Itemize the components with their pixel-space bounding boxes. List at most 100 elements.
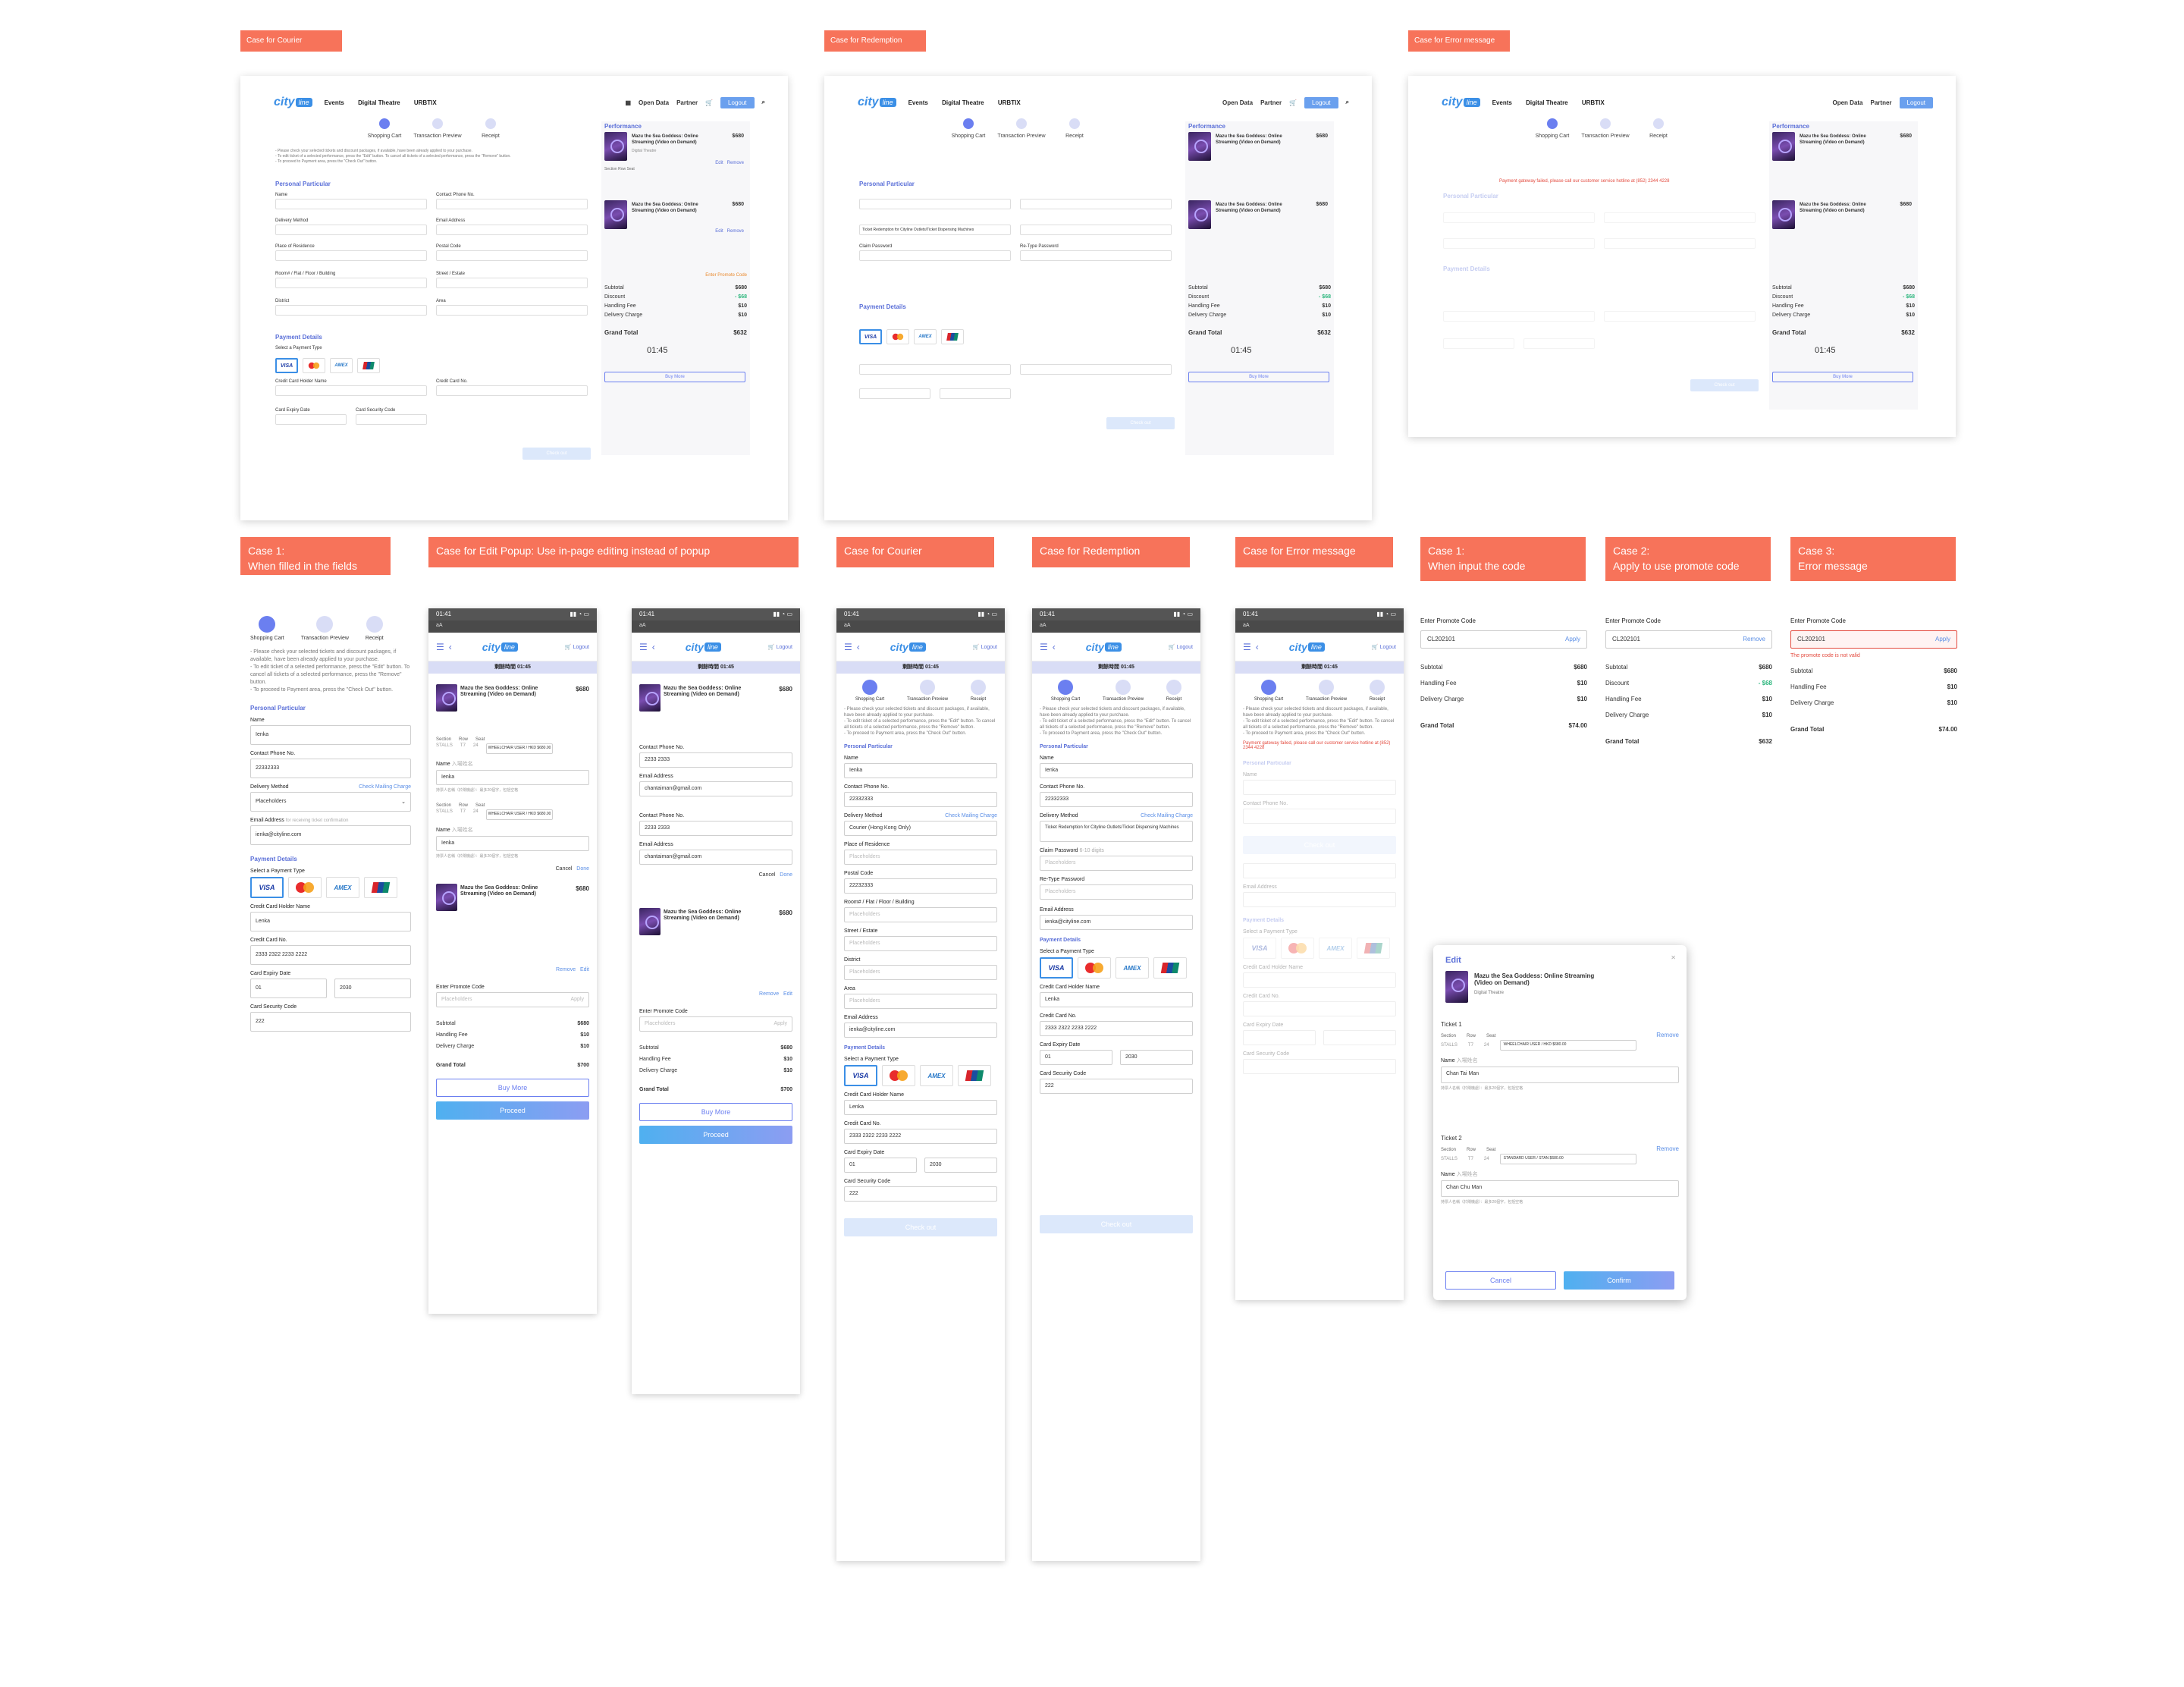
ticket-holder-name[interactable]: Ienka — [436, 836, 589, 851]
logout-button[interactable]: Logout — [1304, 96, 1338, 108]
cityline-logo[interactable]: city line — [482, 638, 518, 656]
holder-field[interactable]: Lenka — [1040, 992, 1193, 1007]
holder-field[interactable]: Lenka — [844, 1100, 997, 1115]
contact-field[interactable]: 22332333 — [844, 792, 997, 807]
apply-button[interactable]: Apply — [1935, 636, 1950, 643]
room-field[interactable] — [275, 278, 427, 288]
amex-icon[interactable]: AMEX — [330, 358, 353, 373]
cityline-logo[interactable]: city line — [890, 638, 926, 656]
buy-more-button[interactable]: Buy More — [1772, 372, 1913, 382]
name-field[interactable] — [275, 199, 427, 209]
area-field[interactable] — [436, 305, 588, 316]
visa-icon[interactable]: VISA — [275, 358, 298, 373]
unionpay-icon[interactable] — [364, 877, 397, 898]
back-icon[interactable]: ‹ — [652, 642, 655, 652]
amex-icon[interactable]: AMEX — [920, 1065, 953, 1086]
unionpay-icon[interactable] — [1153, 957, 1187, 979]
name-field[interactable]: Ienka — [844, 763, 997, 778]
logout-link[interactable]: Logout — [981, 645, 997, 650]
hamburger-icon[interactable]: ☰ — [436, 642, 444, 652]
delivery-select[interactable]: Ticket Redemption for Cityline Outlets/T… — [1040, 821, 1193, 842]
nav-digital-theatre[interactable]: Digital Theatre — [942, 99, 984, 106]
logout-button[interactable]: Logout — [720, 96, 755, 108]
email-field[interactable]: chantaiman@gmail.com — [639, 781, 792, 796]
promo-link[interactable]: Enter Promote Code — [705, 273, 747, 278]
cancel-button[interactable]: Cancel — [1445, 1271, 1556, 1290]
remove-link[interactable]: Remove — [556, 967, 576, 972]
name-field[interactable]: Ienka — [250, 725, 411, 745]
delivery-select[interactable]: Placeholders ⌄ — [250, 792, 411, 812]
mastercard-icon[interactable] — [288, 877, 322, 898]
cityline-logo[interactable]: city line — [858, 93, 896, 112]
cart-icon[interactable]: 🛒 — [1289, 99, 1297, 106]
check-mailing-link[interactable]: Check Mailing Charge — [1141, 813, 1193, 818]
card-no-field[interactable] — [1020, 364, 1172, 375]
partner-link[interactable]: Partner — [676, 99, 698, 106]
cart-icon[interactable]: 🛒 — [768, 645, 775, 650]
security-field[interactable] — [940, 388, 1011, 399]
expiry-month[interactable]: 01 — [844, 1158, 917, 1173]
email-field[interactable]: ienka@cityline.com — [250, 825, 411, 845]
done-link[interactable]: Done — [576, 866, 589, 872]
checkout-button[interactable]: Check out — [1040, 1215, 1193, 1233]
search-icon[interactable]: ⌕ — [1346, 99, 1349, 106]
checkout-button[interactable]: Check out — [844, 1218, 997, 1236]
back-icon[interactable]: ‹ — [449, 642, 452, 652]
hamburger-icon[interactable]: ☰ — [844, 642, 852, 652]
security-field[interactable]: 222 — [844, 1186, 997, 1202]
visa-icon[interactable]: VISA — [859, 329, 882, 344]
mastercard-icon[interactable] — [303, 358, 325, 373]
visa-icon[interactable]: VISA — [844, 1065, 877, 1086]
amex-icon[interactable]: AMEX — [1116, 957, 1149, 979]
visa-icon[interactable]: VISA — [1040, 957, 1073, 979]
ticket-holder-name[interactable]: Ienka — [436, 770, 589, 785]
back-icon[interactable]: ‹ — [1053, 642, 1056, 652]
email-field[interactable] — [436, 225, 588, 235]
holder-field[interactable]: Lenka — [250, 912, 411, 931]
residence-field[interactable]: Placeholders — [844, 850, 997, 865]
mastercard-icon[interactable] — [886, 329, 909, 344]
proceed-button[interactable]: Proceed — [639, 1126, 792, 1144]
partner-link[interactable]: Partner — [1871, 99, 1892, 106]
promo-input[interactable]: CL202101 Apply — [1790, 630, 1957, 649]
nav-events[interactable]: Events — [325, 99, 344, 106]
card-no-field[interactable]: 2333 2322 2233 2222 — [250, 945, 411, 965]
search-icon[interactable]: ⌕ — [762, 99, 765, 106]
cityline-logo[interactable]: city line — [1442, 93, 1480, 112]
nav-events[interactable]: Events — [908, 99, 928, 106]
remove-promo-button[interactable]: Remove — [1743, 636, 1765, 643]
remove-ticket1[interactable]: Remove — [1656, 1032, 1679, 1038]
hamburger-icon[interactable]: ☰ — [1040, 642, 1048, 652]
cityline-logo[interactable]: city line — [274, 93, 312, 112]
checkout-button[interactable]: Check out — [1106, 417, 1175, 429]
postal-field[interactable]: 22232333 — [844, 878, 997, 894]
card-no-field[interactable]: 2333 2322 2233 2222 — [1040, 1021, 1193, 1036]
area-field[interactable]: Placeholders — [844, 994, 997, 1009]
district-field[interactable] — [275, 305, 427, 316]
open-data-link[interactable]: Open Data — [639, 99, 669, 106]
seat-type-select[interactable]: WHEELCHAIR USER / HKD $680.00 — [485, 743, 554, 754]
delivery-select[interactable]: Courier (Hong Kong Only) — [844, 821, 997, 836]
seat-type-select[interactable]: WHEELCHAIR USER / HKD $680.00 — [1499, 1040, 1636, 1051]
email-field[interactable]: ienka@cityline.com — [844, 1023, 997, 1038]
nav-events[interactable]: Events — [1492, 99, 1512, 106]
email-field[interactable]: ienka@cityline.com — [1040, 915, 1193, 930]
unionpay-icon[interactable] — [958, 1065, 991, 1086]
contact-field[interactable] — [1020, 199, 1172, 209]
edit-link[interactable]: Edit — [783, 991, 792, 997]
nav-digital-theatre[interactable]: Digital Theatre — [358, 99, 400, 106]
claim-pw-field[interactable] — [859, 250, 1011, 261]
checkout-button[interactable]: Check out — [1690, 379, 1759, 391]
edit-link[interactable]: Edit — [715, 229, 723, 234]
holder-field[interactable] — [275, 385, 427, 396]
amex-icon[interactable]: AMEX — [326, 877, 359, 898]
unionpay-icon[interactable] — [941, 329, 964, 344]
cart-icon[interactable]: 🛒 — [565, 645, 572, 650]
checkout-button[interactable]: Check out — [522, 448, 591, 460]
promo-input[interactable]: CL202101 Remove — [1605, 630, 1772, 649]
expiry-month[interactable] — [275, 414, 347, 425]
contact-field[interactable]: 2233 2333 — [639, 821, 792, 836]
mastercard-icon[interactable] — [882, 1065, 915, 1086]
delivery-select[interactable] — [275, 225, 427, 235]
contact-field[interactable]: 22332333 — [1040, 792, 1193, 807]
